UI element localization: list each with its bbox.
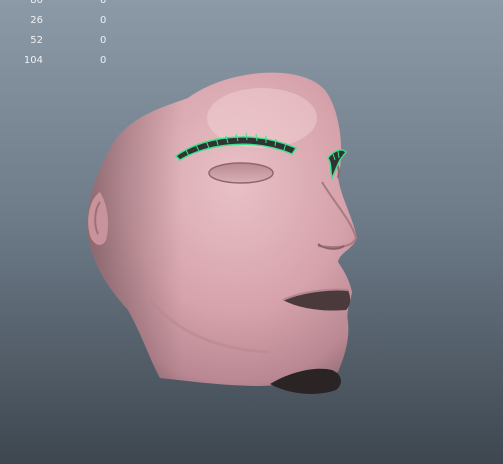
hud-label: 52 xyxy=(30,35,43,46)
3d-viewport[interactable]: 80 0 26 0 52 0 104 0 xyxy=(0,0,503,464)
hud-value: 0 xyxy=(100,35,107,46)
hud-value: 0 xyxy=(100,55,107,66)
left-eye-socket xyxy=(208,162,274,184)
hud-row: 104 0 xyxy=(0,51,120,71)
hud-label: 104 xyxy=(23,55,43,66)
hud-row: 26 0 xyxy=(0,11,120,31)
hud-row: 80 0 xyxy=(0,0,120,11)
heads-up-display: 80 0 26 0 52 0 104 0 xyxy=(0,0,120,71)
hud-value: 0 xyxy=(100,15,107,26)
hud-row: 52 0 xyxy=(0,31,120,51)
hud-value: 0 xyxy=(100,0,107,6)
hud-label: 80 xyxy=(30,0,43,6)
hud-label: 26 xyxy=(30,15,43,26)
